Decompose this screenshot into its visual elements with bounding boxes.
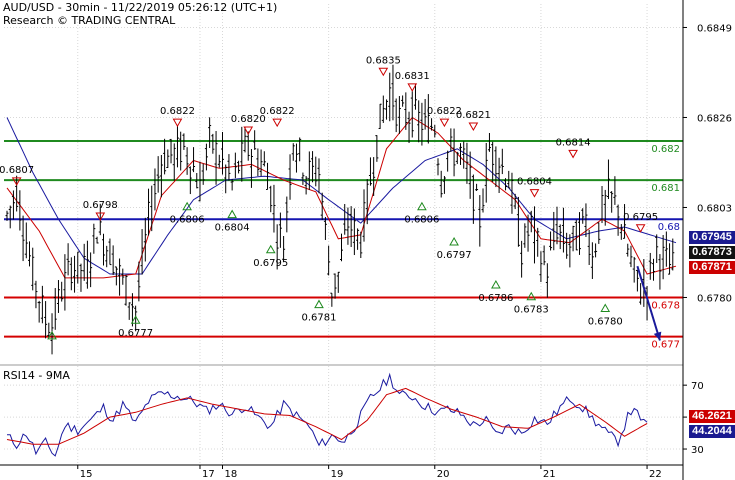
chart-title: AUD/USD - 30min - 11/22/2019 05:26:12 (U…	[3, 1, 278, 14]
swing-low-label: 0.6781	[301, 313, 336, 324]
level-label-pivot: 0.68	[658, 222, 680, 233]
level-label-resistance: 0.681	[651, 183, 680, 194]
swing-high-label: 0.6831	[395, 71, 430, 82]
y-tick-label: 0.6826	[697, 113, 732, 124]
rsi-y-tick-label: 30	[691, 445, 704, 456]
swing-high-label: 0.6807	[0, 165, 34, 176]
swing-high-label: 0.6822	[260, 106, 295, 117]
y-tick-label: 0.6780	[697, 293, 732, 304]
swing-low-label: 0.6786	[478, 293, 513, 304]
x-tick-label: 19	[331, 469, 344, 480]
x-tick-label: 20	[437, 469, 450, 480]
swing-high-label: 0.6822	[160, 106, 195, 117]
price-tag: 0.67945	[689, 231, 735, 244]
level-label-support: 0.677	[651, 340, 680, 351]
level-label-support: 0.678	[651, 300, 680, 311]
swing-low-label: 0.6783	[514, 305, 549, 316]
price-tag: 0.67871	[689, 261, 735, 274]
swing-low-label: 0.6806	[404, 215, 439, 226]
x-tick-label: 21	[543, 469, 556, 480]
price-tag: 0.67873	[689, 246, 735, 259]
swing-high-label: 0.6821	[456, 110, 491, 121]
swing-low-label: 0.6804	[215, 223, 250, 234]
swing-low-label: 0.6806	[170, 215, 205, 226]
swing-low-label: 0.6777	[118, 328, 153, 339]
swing-low-label: 0.6780	[588, 316, 623, 327]
swing-low-label: 0.6797	[437, 250, 472, 261]
rsi-tag: 46.2621	[689, 410, 735, 423]
chart-canvas: 0.682 0.681 0.68 0.678 0.677 0.6807 0.6798 0.6…	[0, 0, 735, 480]
rsi-tag: 44.2044	[689, 425, 735, 438]
x-tick-label: 15	[80, 469, 93, 480]
swing-high-label: 0.6795	[623, 212, 658, 223]
swing-high-label: 0.6804	[517, 177, 552, 188]
y-tick-label: 0.6803	[697, 203, 732, 214]
rsi-y-tick-label: 70	[691, 381, 704, 392]
swing-low-label: 0.6795	[253, 258, 288, 269]
y-tick-label: 0.6849	[697, 23, 732, 34]
swing-high-label: 0.6814	[556, 137, 591, 148]
level-label-resistance: 0.682	[651, 144, 680, 155]
swing-high-label: 0.6835	[366, 55, 401, 66]
x-tick-label: 18	[224, 469, 237, 480]
rsi-title: RSI14 - 9MA	[3, 369, 70, 382]
chart-subtitle: Research © TRADING CENTRAL	[3, 14, 176, 27]
x-tick-label: 17	[202, 469, 215, 480]
swing-high-label: 0.6798	[83, 200, 118, 211]
x-tick-label: 22	[649, 469, 662, 480]
